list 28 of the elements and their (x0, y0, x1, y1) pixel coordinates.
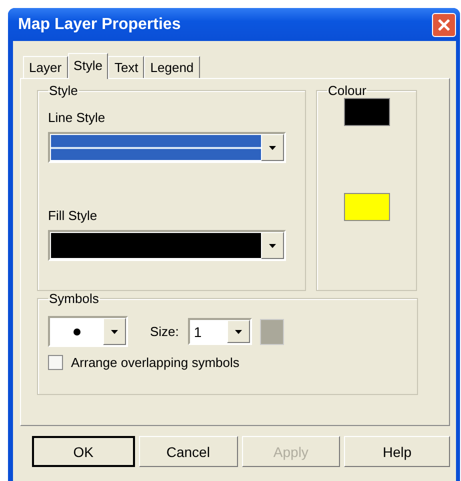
caret-icon (111, 330, 118, 334)
colour-swatch[interactable] (344, 193, 390, 221)
caret-icon (269, 244, 276, 248)
style-dropdown[interactable] (48, 230, 286, 261)
field-label: Fill Style (48, 208, 98, 223)
tab[interactable]: Text (108, 56, 144, 78)
caret-icon (234, 330, 242, 334)
group-title: Style (48, 83, 79, 98)
dialog-button[interactable]: OK (32, 436, 135, 467)
group-title: Colour (327, 83, 368, 98)
close-icon (437, 18, 451, 32)
checkbox[interactable] (48, 355, 63, 370)
window-title: Map Layer Properties (18, 16, 181, 34)
caret-icon (269, 146, 276, 150)
close-button[interactable] (432, 12, 456, 36)
group-title: Symbols (48, 291, 100, 306)
colour-swatch[interactable] (344, 98, 390, 126)
field-label: Line Style (48, 110, 106, 125)
tab[interactable]: Legend (144, 56, 200, 78)
dialog-button[interactable]: Help (344, 436, 450, 467)
checkbox-label: Arrange overlapping symbols (71, 355, 240, 370)
dialog-button[interactable]: Cancel (138, 436, 238, 467)
tab[interactable]: Layer (23, 56, 68, 78)
tab[interactable]: Style (68, 53, 108, 79)
size-label: Size: (150, 324, 179, 339)
symbol-dropdown[interactable] (48, 316, 128, 347)
dot-icon (72, 328, 80, 336)
size-dropdown[interactable]: 1 (188, 318, 252, 345)
